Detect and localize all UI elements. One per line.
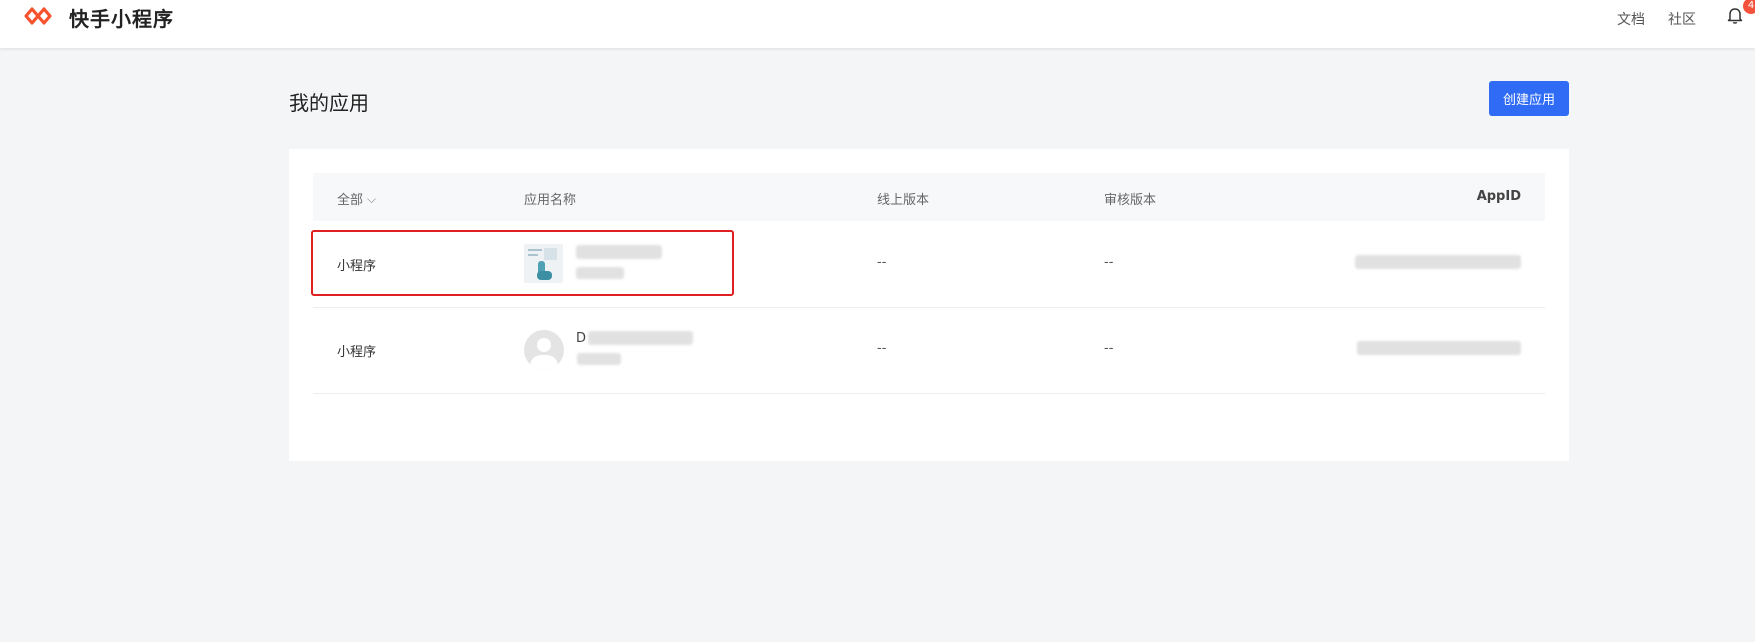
default-avatar-icon — [524, 330, 564, 370]
create-app-button[interactable]: 创建应用 — [1489, 81, 1569, 116]
app-name-redacted — [588, 331, 693, 345]
kuaishou-logo-icon[interactable] — [20, 4, 56, 28]
app-icon — [524, 244, 563, 283]
brand-title[interactable]: 快手小程序 — [69, 3, 174, 32]
appid-redacted — [1357, 341, 1521, 355]
review-version: -- — [1104, 255, 1114, 270]
type-filter-dropdown[interactable]: 全部 ⌵ — [337, 189, 376, 208]
app-desc-redacted — [577, 353, 621, 365]
table-row[interactable]: 小程序 D -- -- — [313, 307, 1545, 394]
app-type: 小程序 — [337, 345, 377, 360]
column-header-name: 应用名称 — [524, 193, 577, 208]
column-header-review-version: 审核版本 — [1104, 193, 1157, 208]
column-header-appid: AppID — [1476, 189, 1521, 204]
column-header-online-version: 线上版本 — [877, 193, 930, 208]
apps-table-card: 全部 ⌵ 应用名称 线上版本 审核版本 AppID 小程序 -- -- 小程序 D — [289, 149, 1569, 461]
chevron-down-icon: ⌵ — [367, 192, 377, 206]
top-nav-bar: 快手小程序 文档 社区 4 — [0, 0, 1755, 48]
notification-badge: 4 — [1743, 0, 1755, 14]
table-header: 全部 ⌵ 应用名称 线上版本 审核版本 AppID — [313, 173, 1545, 221]
app-desc-redacted — [576, 267, 624, 279]
nav-docs-link[interactable]: 文档 — [1617, 9, 1645, 29]
app-name-redacted — [576, 245, 662, 259]
bell-icon[interactable] — [1725, 5, 1745, 25]
table-row[interactable]: 小程序 -- -- — [313, 221, 1545, 308]
app-type: 小程序 — [337, 259, 377, 274]
online-version: -- — [877, 341, 887, 356]
page-title: 我的应用 — [289, 91, 369, 115]
nav-community-link[interactable]: 社区 — [1668, 9, 1696, 29]
online-version: -- — [877, 255, 887, 270]
appid-redacted — [1355, 255, 1521, 269]
type-filter-label: 全部 — [337, 193, 364, 208]
review-version: -- — [1104, 341, 1114, 356]
app-name-partial: D — [576, 331, 587, 346]
